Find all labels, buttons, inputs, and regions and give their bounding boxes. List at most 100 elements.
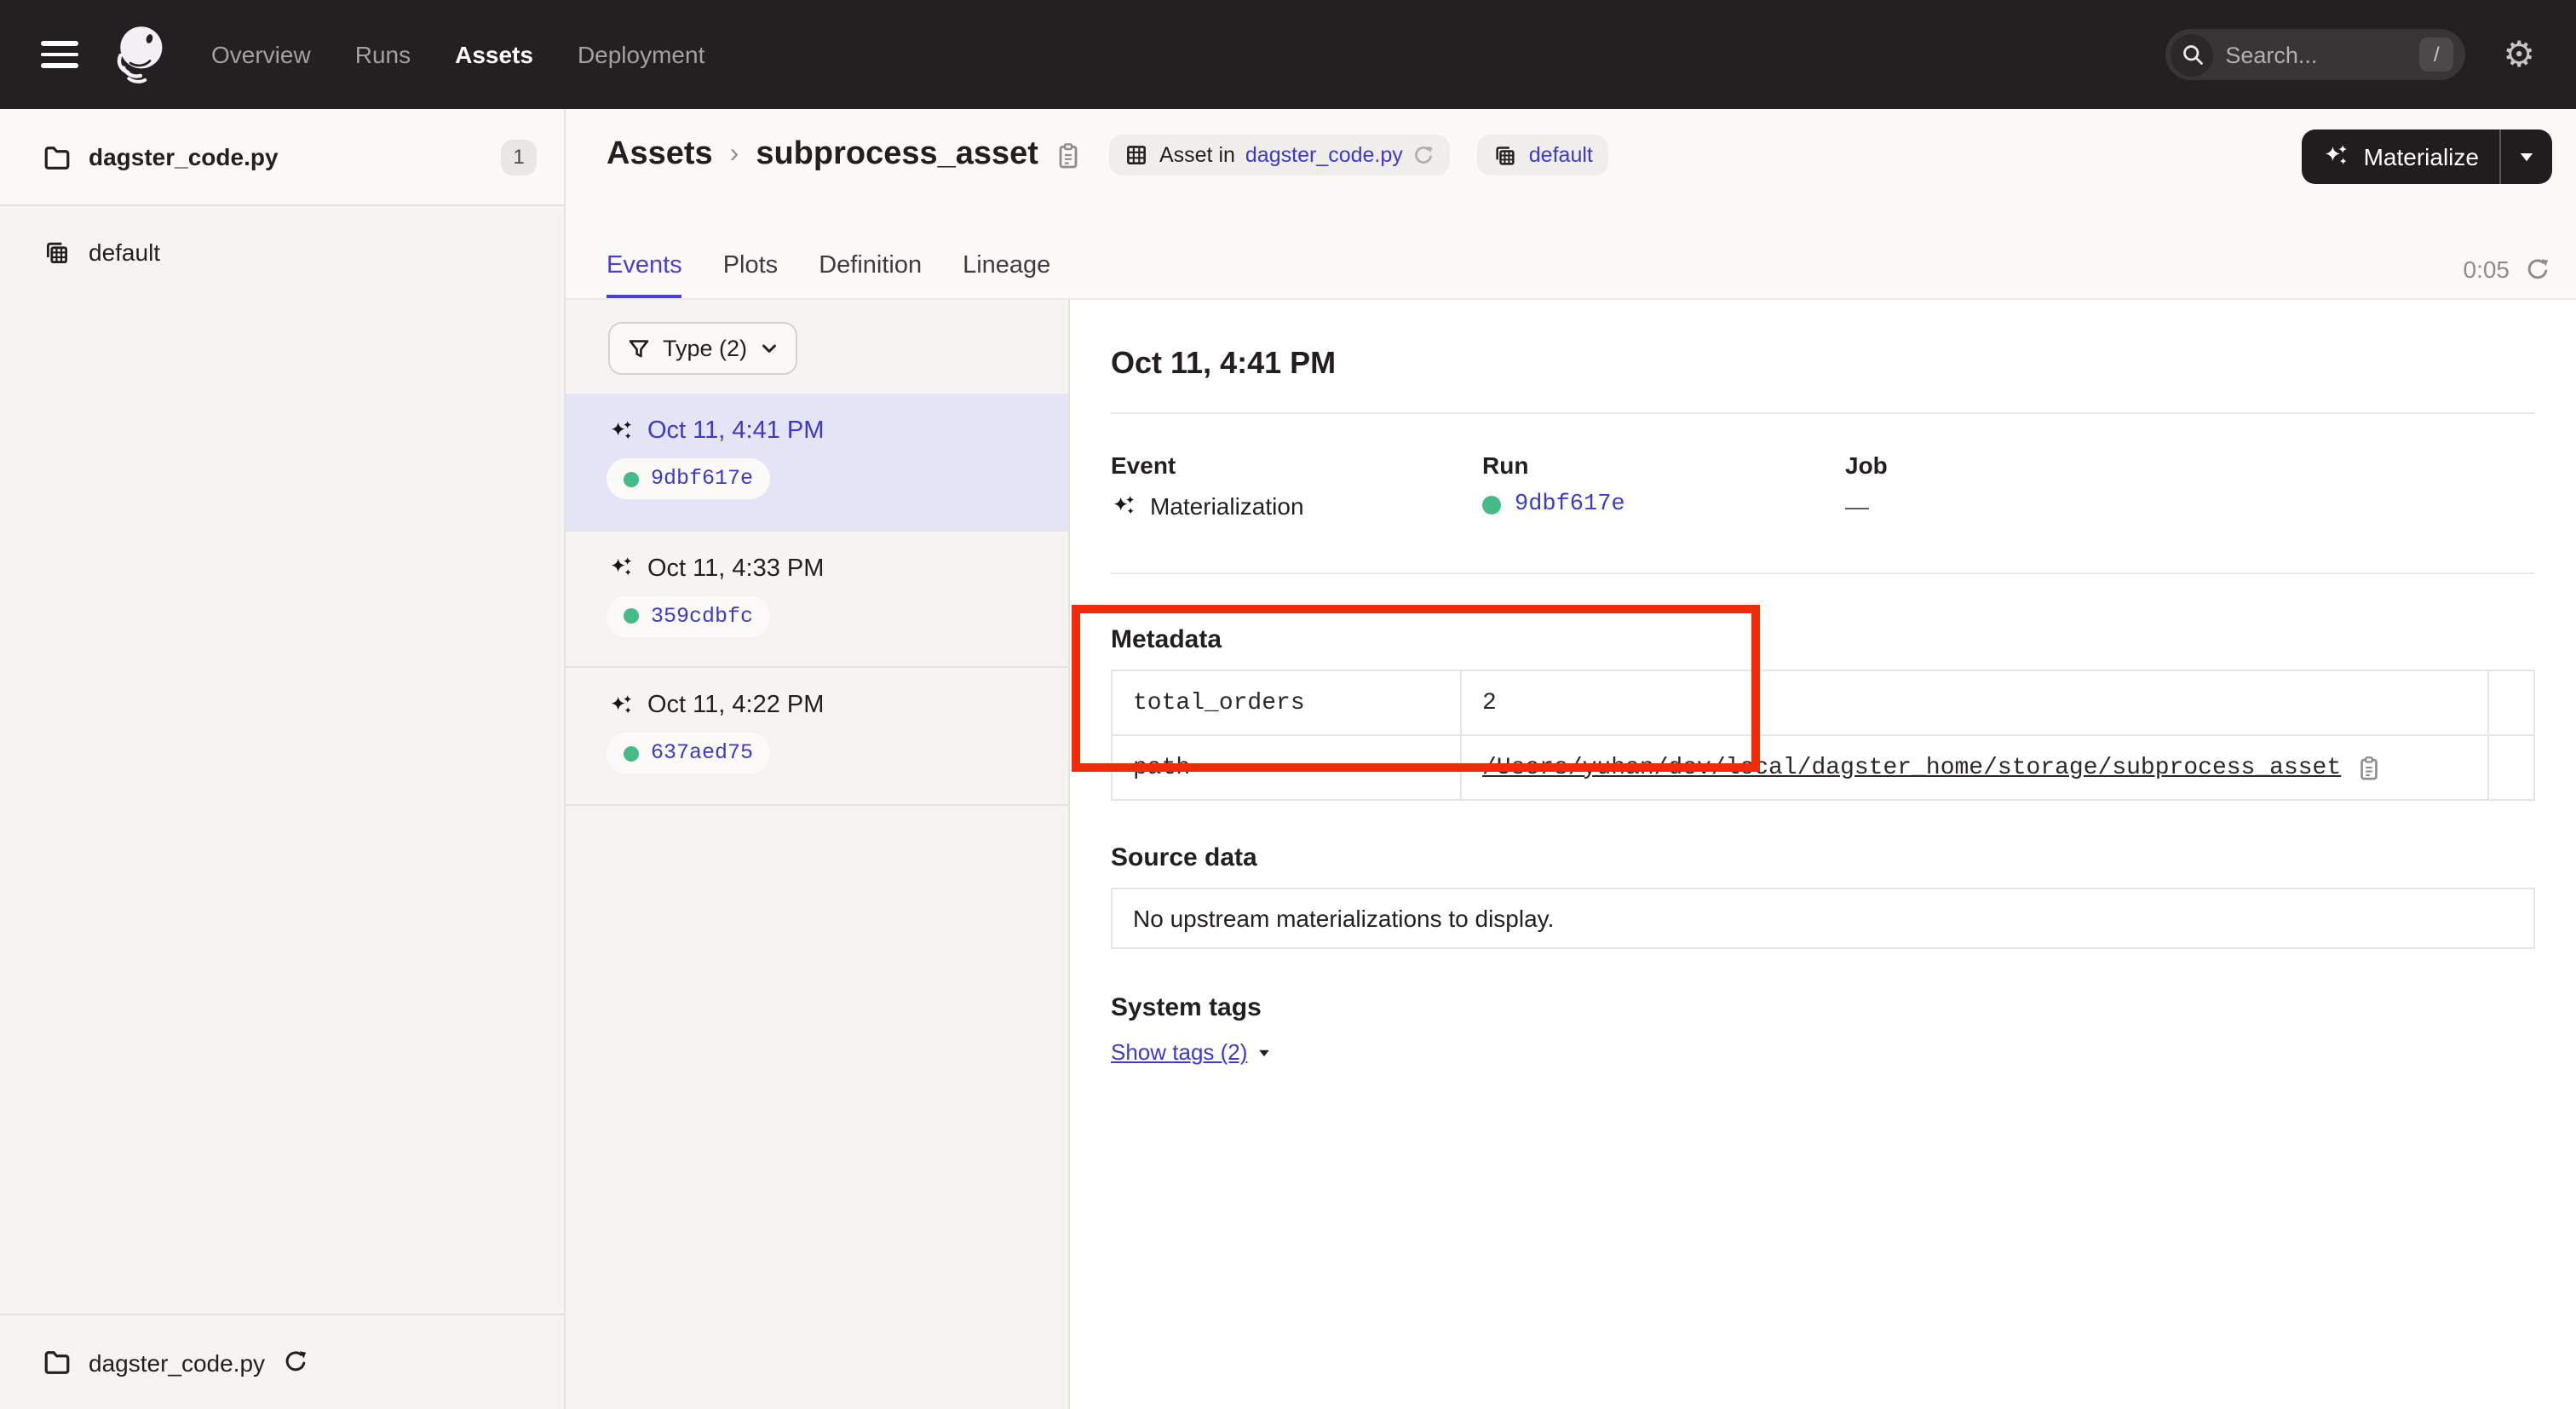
sidebar-item-default-group[interactable]: default bbox=[0, 225, 564, 279]
materialization-sparkle-icon bbox=[1111, 493, 1136, 519]
source-data-heading: Source data bbox=[1111, 843, 2535, 872]
breadcrumb-assets-link[interactable]: Assets bbox=[607, 136, 713, 174]
metadata-value: 2 bbox=[1461, 670, 2488, 735]
run-id-link[interactable]: 9dbf617e bbox=[1515, 492, 1625, 518]
divider bbox=[1111, 412, 2535, 414]
asset-group-grid-icon bbox=[1493, 142, 1519, 168]
folder-icon bbox=[43, 142, 72, 171]
table-row: path /Users/yuhan/dev/local/dagster_home… bbox=[1112, 735, 2534, 800]
event-timestamp: Oct 11, 4:22 PM bbox=[647, 692, 824, 719]
settings-gear-icon[interactable]: ⚙ bbox=[2503, 37, 2535, 72]
tab-lineage[interactable]: Lineage bbox=[963, 252, 1050, 298]
event-list-item[interactable]: Oct 11, 4:22 PM 637aed75 bbox=[566, 668, 1068, 805]
run-id-link[interactable]: 637aed75 bbox=[651, 741, 753, 765]
auto-refresh-timer: 0:05 bbox=[2464, 256, 2551, 283]
sidebar-item-code-location[interactable]: dagster_code.py 1 bbox=[0, 109, 564, 206]
hamburger-menu-icon bbox=[41, 41, 78, 45]
breadcrumb-separator: › bbox=[730, 140, 739, 170]
search-box[interactable]: / bbox=[2165, 29, 2465, 80]
metadata-key: path bbox=[1112, 735, 1461, 800]
dagster-app: Overview Runs Assets Deployment / ⚙ dags… bbox=[0, 0, 2576, 1409]
reload-code-location-icon[interactable] bbox=[282, 1349, 308, 1375]
job-column-label: Job bbox=[1845, 451, 1888, 479]
metadata-key: total_orders bbox=[1112, 670, 1461, 735]
asset-group-tag: default bbox=[1478, 135, 1608, 175]
nav-item-deployment[interactable]: Deployment bbox=[578, 41, 704, 68]
copy-asset-name-icon[interactable] bbox=[1055, 141, 1083, 170]
run-id-link[interactable]: 359cdbfc bbox=[651, 604, 753, 628]
primary-nav: Overview Runs Assets Deployment bbox=[211, 41, 704, 68]
event-list-item[interactable]: Oct 11, 4:33 PM 359cdbfc bbox=[566, 531, 1068, 668]
sidebar-footer-code-location: dagster_code.py bbox=[0, 1314, 564, 1409]
asset-group-link[interactable]: default bbox=[1529, 143, 1593, 167]
materialization-event-list: Oct 11, 4:41 PM 9dbf617e bbox=[566, 394, 1068, 805]
copy-path-icon[interactable] bbox=[2356, 754, 2382, 781]
run-status-dot bbox=[1482, 496, 1501, 515]
asset-tabs: Events Plots Definition Lineage bbox=[607, 252, 1050, 298]
refresh-icon[interactable] bbox=[2525, 256, 2550, 282]
source-data-empty-state: No upstream materializations to display. bbox=[1111, 888, 2535, 949]
page-title-asset-name: subprocess_asset bbox=[756, 136, 1038, 174]
event-type-filter-button[interactable]: Type (2) bbox=[608, 322, 796, 375]
run-id-link[interactable]: 9dbf617e bbox=[651, 467, 753, 491]
materialization-sparkle-icon bbox=[608, 693, 634, 718]
event-detail-pane: Oct 11, 4:41 PM Event Materialization bbox=[1070, 300, 2576, 1409]
run-status-dot bbox=[624, 471, 639, 486]
code-location-link[interactable]: dagster_code.py bbox=[1245, 143, 1403, 167]
nav-item-overview[interactable]: Overview bbox=[211, 41, 311, 68]
table-row: total_orders 2 bbox=[1112, 670, 2534, 735]
filter-label: Type (2) bbox=[663, 336, 747, 361]
sidebar-footer-label: dagster_code.py bbox=[89, 1349, 265, 1376]
run-status-dot bbox=[624, 608, 639, 624]
breadcrumb: Assets › subprocess_asset Asset in dagst… bbox=[607, 135, 1608, 175]
source-data-empty-message: No upstream materializations to display. bbox=[1133, 905, 1554, 932]
metadata-value: /Users/yuhan/dev/local/dagster_home/stor… bbox=[1461, 735, 2488, 800]
run-tag[interactable]: 9dbf617e bbox=[607, 458, 770, 499]
event-column-label: Event bbox=[1111, 451, 1482, 479]
search-input[interactable] bbox=[2225, 42, 2419, 67]
show-tags-toggle[interactable]: Show tags (2) bbox=[1111, 1039, 1271, 1065]
asset-in-label: Asset in bbox=[1159, 143, 1235, 167]
divider bbox=[1111, 572, 2535, 574]
job-empty-value: — bbox=[1845, 492, 1869, 520]
filter-funnel-icon bbox=[627, 336, 651, 360]
asset-count-badge: 1 bbox=[501, 139, 537, 175]
materialize-button[interactable]: Materialize bbox=[2303, 129, 2552, 184]
events-list-panel: Type (2) Oct 11, 4:41 PM bbox=[566, 300, 1070, 1409]
chevron-down-icon bbox=[759, 339, 778, 358]
nav-item-runs[interactable]: Runs bbox=[355, 41, 411, 68]
tab-events[interactable]: Events bbox=[607, 252, 682, 298]
sidebar-item-label: dagster_code.py bbox=[89, 143, 279, 170]
asset-groups-sidebar: dagster_code.py 1 default dagster_code.p… bbox=[0, 109, 566, 1409]
search-icon bbox=[2171, 33, 2213, 76]
system-tags-heading: System tags bbox=[1111, 993, 2535, 1022]
asset-detail-main: Assets › subprocess_asset Asset in dagst… bbox=[566, 109, 2576, 1409]
refresh-icon[interactable] bbox=[1413, 144, 1435, 166]
metadata-table: total_orders 2 path /Users/yuhan/dev/loc… bbox=[1111, 670, 2535, 801]
sidebar-item-label: default bbox=[89, 239, 160, 266]
event-timestamp: Oct 11, 4:41 PM bbox=[647, 417, 824, 445]
table-icon bbox=[1125, 143, 1149, 167]
asset-group-grid-icon bbox=[43, 238, 72, 267]
caret-down-icon bbox=[1257, 1045, 1271, 1059]
tab-definition[interactable]: Definition bbox=[819, 252, 922, 298]
run-status-dot bbox=[624, 745, 639, 761]
nav-item-assets[interactable]: Assets bbox=[455, 41, 533, 68]
metadata-heading: Metadata bbox=[1111, 625, 2535, 654]
asset-page-header: Assets › subprocess_asset Asset in dagst… bbox=[566, 109, 2576, 300]
hamburger-menu-button[interactable] bbox=[41, 41, 78, 68]
asset-definition-tag: Asset in dagster_code.py bbox=[1110, 135, 1451, 175]
search-shortcut-badge: / bbox=[2419, 37, 2453, 72]
run-tag[interactable]: 359cdbfc bbox=[607, 595, 770, 636]
event-type-value: Materialization bbox=[1150, 492, 1304, 520]
materialization-sparkle-icon bbox=[608, 418, 634, 444]
show-tags-label: Show tags (2) bbox=[1111, 1039, 1247, 1065]
event-list-item[interactable]: Oct 11, 4:41 PM 9dbf617e bbox=[566, 394, 1068, 531]
tab-plots[interactable]: Plots bbox=[723, 252, 779, 298]
materialize-sparkle-icon bbox=[2323, 143, 2350, 170]
refresh-countdown: 0:05 bbox=[2464, 256, 2510, 283]
run-tag[interactable]: 637aed75 bbox=[607, 733, 770, 774]
metadata-path-link[interactable]: /Users/yuhan/dev/local/dagster_home/stor… bbox=[1482, 754, 2341, 781]
metadata-actions-cell bbox=[2488, 735, 2534, 800]
materialize-dropdown-caret[interactable] bbox=[2501, 148, 2552, 165]
